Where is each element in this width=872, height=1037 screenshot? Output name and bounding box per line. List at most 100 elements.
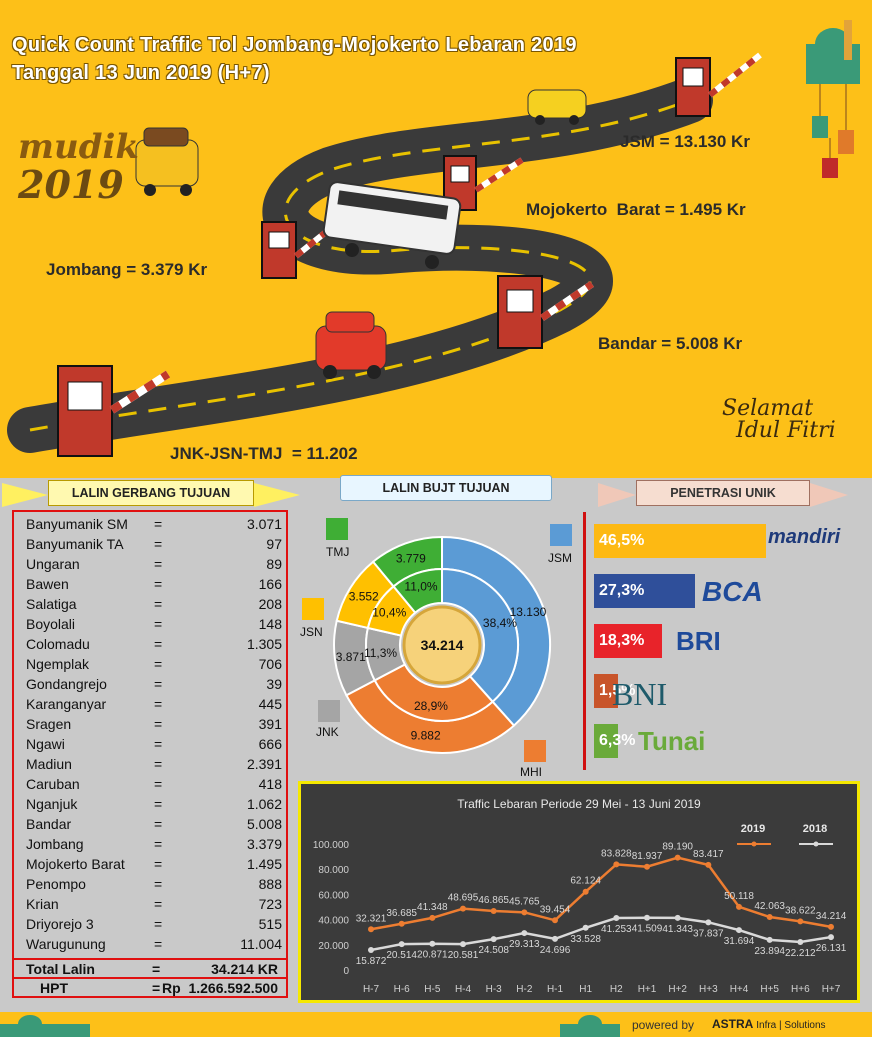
data-point [490, 936, 497, 943]
x-tick-label: H1 [579, 984, 592, 995]
gerbang-eq: = [154, 516, 163, 532]
x-tick-label: H-7 [363, 984, 380, 995]
data-label: 83.417 [693, 849, 724, 860]
traffic-trend-svg: Traffic Lebaran Periode 29 Mei - 13 Juni… [313, 797, 847, 995]
data-point [398, 941, 405, 948]
donut-value-label: 3.871 [336, 650, 366, 664]
data-point [828, 934, 834, 941]
x-tick-label: H-6 [394, 984, 411, 995]
gerbang-eq: = [154, 756, 163, 772]
x-tick-label: H-2 [516, 984, 533, 995]
total-label: Total Lalin [26, 961, 95, 977]
x-tick-label: H+1 [638, 984, 657, 995]
data-point [582, 888, 589, 895]
data-point [766, 936, 773, 943]
penetrasi-percent: 6,3% [599, 732, 636, 749]
x-tick-label: H+3 [699, 984, 718, 995]
donut-percent-label: 11,0% [404, 580, 437, 594]
bank-logo-tunai: Tunai [638, 726, 706, 756]
data-label: 34.214 [816, 911, 847, 922]
x-tick-label: H-4 [455, 984, 472, 995]
legend-swatch [318, 700, 340, 722]
data-label: 20.581 [448, 950, 479, 961]
data-label: 39.454 [540, 904, 571, 915]
gerbang-value: 1.305 [246, 636, 282, 652]
gerbang-name: Ungaran [26, 556, 80, 572]
gerbang-name: Karanganyar [26, 696, 107, 712]
penetrasi-bar: 46,5% [594, 524, 766, 558]
gerbang-value: 97 [266, 536, 282, 552]
table-row: Krian = 723 [26, 896, 282, 916]
x-tick-label: H+5 [760, 984, 779, 995]
data-label: 24.696 [540, 945, 571, 956]
donut-value-label: 9.882 [411, 729, 441, 743]
data-label: 50.118 [724, 891, 754, 902]
gerbang-eq: = [154, 936, 163, 952]
selamat-idul-fitri-calligraphy: Selamat Idul Fitri [722, 398, 836, 442]
gerbang-eq: = [154, 916, 163, 932]
data-label: 15.872 [356, 956, 387, 967]
bujt-donut-chart: 13.13038,4%9.88228,9%3.87111,3%3.55210,4… [300, 518, 572, 779]
legend-label: JSN [300, 625, 323, 639]
gerbang-eq: = [154, 576, 163, 592]
data-point [828, 923, 834, 930]
gerbang-eq: = [154, 696, 163, 712]
gerbang-eq: = [154, 536, 163, 552]
data-label: 81.937 [632, 851, 663, 862]
data-point [460, 941, 466, 948]
table-row: Ungaran = 89 [26, 556, 282, 576]
data-point [613, 915, 620, 922]
data-label: 38.622 [785, 905, 816, 916]
data-point [429, 914, 436, 921]
gerbang-name: Driyorejo 3 [26, 916, 94, 932]
data-label: 37.837 [693, 928, 724, 939]
mudik-logo-year: 2019 [18, 162, 124, 207]
table-row: Sragen = 391 [26, 716, 282, 736]
car-yellow-mudik-icon [135, 127, 199, 196]
data-label: 41.348 [417, 902, 448, 913]
astra-logo: ASTRA Infra | Solutions [712, 1017, 826, 1031]
gerbang-eq: = [154, 796, 163, 812]
gerbang-name: Mojokerto Barat [26, 856, 125, 872]
gerbang-name: Penompo [26, 876, 86, 892]
gerbang-name: Madiun [26, 756, 72, 772]
hpt-row: HPT = Rp 1.266.592.500 [14, 977, 286, 996]
data-point [582, 924, 589, 931]
data-point [429, 940, 436, 947]
data-point [705, 919, 712, 926]
gerbang-name: Boyolali [26, 616, 76, 632]
selamat-line1: Selamat [722, 396, 814, 421]
table-row: Warugunung = 11.004 [26, 936, 282, 956]
bank-logo-bni: BNI [612, 676, 668, 712]
gerbang-value: 3.071 [246, 516, 282, 532]
x-tick-label: H2 [610, 984, 623, 995]
table-row: Colomadu = 1.305 [26, 636, 282, 656]
penetrasi-percent: 18,3% [599, 632, 645, 649]
gerbang-eq: = [154, 896, 163, 912]
gerbang-eq: = [154, 676, 163, 692]
table-row: Ngawi = 666 [26, 736, 282, 756]
penetrasi-divider [583, 512, 586, 770]
table-row: Bawen = 166 [26, 576, 282, 596]
data-label: 20.871 [417, 950, 448, 961]
gerbang-name: Colomadu [26, 636, 90, 652]
mosque-icon [806, 20, 860, 84]
data-point [674, 914, 681, 921]
lalin-gerbang-header: LALIN GERBANG TUJUAN [48, 480, 254, 506]
gerbang-eq: = [154, 616, 163, 632]
hpt-label: HPT [40, 980, 68, 996]
selamat-line2: Idul Fitri [736, 418, 836, 443]
legend-label: 2018 [803, 823, 827, 835]
toll-label-jsm: JSM = 13.130 Kr [620, 132, 750, 151]
table-row: Caruban = 418 [26, 776, 282, 796]
data-point [398, 920, 405, 927]
data-label: 83.828 [601, 848, 632, 859]
lantern-icon [812, 84, 854, 178]
data-point [460, 905, 466, 912]
mudik-logo-word: mudik [18, 127, 139, 167]
data-point [552, 935, 558, 942]
data-point [766, 914, 773, 921]
gerbang-name: Jombang [26, 836, 84, 852]
data-point [552, 917, 558, 924]
lalin-gerbang-table: Banyumanik SM = 3.071 Banyumanik TA = 97 Ungar… [12, 510, 288, 998]
